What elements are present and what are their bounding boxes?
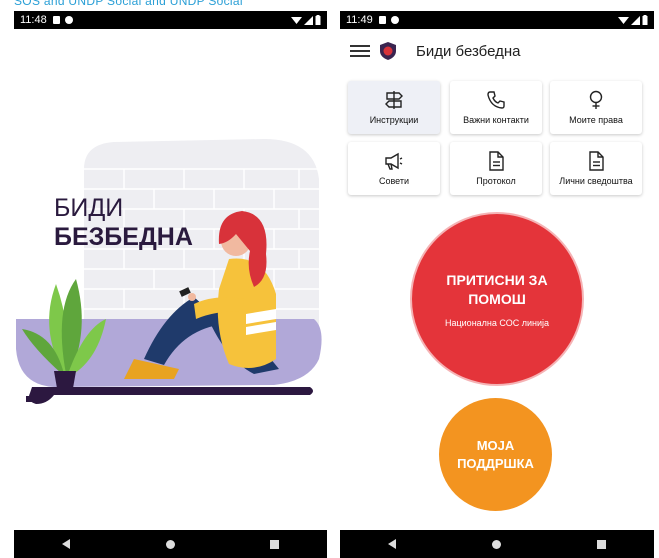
tile-label: Протокол xyxy=(476,176,516,186)
system-nav-bar xyxy=(340,530,654,558)
home-button[interactable] xyxy=(477,530,517,558)
wifi-icon xyxy=(618,16,629,24)
tile-protocol[interactable]: Протокол xyxy=(450,142,542,195)
panic-button-subtitle: Национална СОС линија xyxy=(445,317,549,328)
back-button[interactable] xyxy=(372,530,412,558)
caption-text: SOS and UNDP Social and UNDP Social xyxy=(14,0,243,8)
splash-title-line1: БИДИ xyxy=(54,194,124,222)
panic-button[interactable]: ПРИТИСНИ ЗА ПОМОШ Национална СОС линија xyxy=(410,212,584,386)
tile-label: Моите права xyxy=(569,115,623,125)
recents-icon xyxy=(597,539,607,549)
support-button-line2: ПОДДРШКА xyxy=(457,455,534,471)
status-bar: 11:48 xyxy=(14,11,327,29)
recents-button[interactable] xyxy=(255,530,295,558)
app-bar: Биди безбедна xyxy=(340,29,654,73)
wifi-icon xyxy=(291,16,302,24)
support-button[interactable]: МОЈА ПОДДРШКА xyxy=(439,398,552,511)
tile-testimonies[interactable]: Лични сведоштва xyxy=(550,142,642,195)
signpost-icon xyxy=(385,91,403,109)
status-bar: 11:49 xyxy=(340,11,654,29)
panic-button-line1: ПРИТИСНИ ЗА xyxy=(446,271,548,288)
document-icon xyxy=(489,151,504,171)
sd-card-icon xyxy=(52,16,60,24)
status-time: 11:48 xyxy=(20,14,47,26)
recents-icon xyxy=(270,539,280,549)
menu-icon[interactable] xyxy=(350,43,370,59)
home-icon xyxy=(165,539,175,549)
splash-title-line2: БЕЗБЕДНА xyxy=(54,223,193,251)
battery-icon xyxy=(315,15,321,25)
tile-rights[interactable]: Моите права xyxy=(550,81,642,134)
notification-icon xyxy=(64,16,73,24)
tile-instructions[interactable]: Инструкции xyxy=(348,81,440,134)
notification-icon xyxy=(390,16,399,24)
home-icon xyxy=(492,539,502,549)
back-icon xyxy=(62,539,71,549)
splash-illustration xyxy=(16,139,322,404)
phone-icon xyxy=(487,91,505,109)
back-button[interactable] xyxy=(46,530,86,558)
recents-button[interactable] xyxy=(582,530,622,558)
tile-advice[interactable]: Совети xyxy=(348,142,440,195)
home-button[interactable] xyxy=(150,530,190,558)
status-time: 11:49 xyxy=(346,14,373,26)
tile-label: Инструкции xyxy=(369,115,419,125)
tile-label: Совети xyxy=(378,176,410,186)
tile-label: Лични сведоштва xyxy=(559,176,633,186)
female-symbol-icon xyxy=(589,90,603,109)
tile-label: Важни контакти xyxy=(463,115,529,125)
megaphone-icon xyxy=(385,152,403,170)
sd-card-icon xyxy=(378,16,386,24)
splash-screen: 11:48 БИДИ БЕЗБЕДНА xyxy=(14,11,327,558)
splash-content: БИДИ БЕЗБЕДНА xyxy=(14,29,327,530)
panic-button-line2: ПОМОШ xyxy=(468,290,526,307)
battery-icon xyxy=(642,15,648,25)
support-button-line1: МОЈА xyxy=(476,437,515,453)
signal-icon xyxy=(631,15,640,25)
back-icon xyxy=(388,539,397,549)
home-screen: 11:49 Биди безбедна Инструкции Важни кон… xyxy=(340,11,654,558)
app-title: Биди безбедна xyxy=(416,42,521,60)
document-icon xyxy=(589,151,604,171)
signal-icon xyxy=(304,15,313,25)
app-logo xyxy=(380,42,396,60)
tile-contacts[interactable]: Важни контакти xyxy=(450,81,542,134)
system-nav-bar xyxy=(14,530,327,558)
